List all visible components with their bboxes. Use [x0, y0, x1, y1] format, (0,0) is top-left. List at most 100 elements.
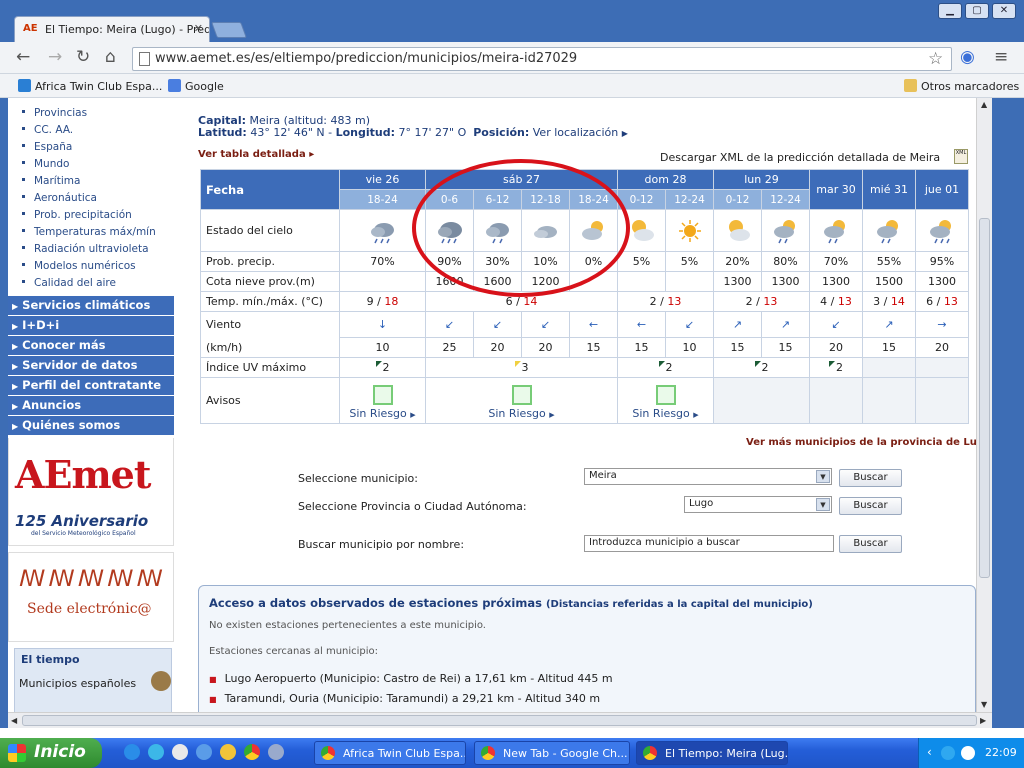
address-bar[interactable]: www.aemet.es/es/eltiempo/prediccion/muni… — [132, 47, 952, 71]
minimize-button[interactable]: ▁ — [938, 3, 962, 19]
panda-tray-icon[interactable] — [961, 746, 975, 760]
back-button[interactable]: ← — [16, 48, 30, 66]
extension-icon[interactable]: ◉ — [960, 48, 975, 66]
municipio-search-input[interactable]: Introduzca municipio a buscar — [584, 535, 834, 552]
ver-localizacion-link[interactable]: Ver localización — [533, 126, 618, 139]
sky-cell — [761, 209, 810, 252]
bookmark-africa-twin[interactable]: Africa Twin Club Espa... — [18, 79, 162, 93]
xml-file-icon[interactable]: XML — [954, 149, 968, 164]
other-bookmarks-folder[interactable]: Otros marcadores — [904, 79, 1019, 93]
descargar-xml-link[interactable]: Descargar XML de la predicción detallada… — [660, 151, 940, 164]
ie-icon[interactable] — [124, 744, 140, 760]
start-button[interactable]: Inicio — [0, 738, 102, 768]
sidebar-link-ccaa[interactable]: CC. AA. — [22, 124, 73, 136]
station-item[interactable]: ■ Taramundi, Ouria (Municipio: Taramundi)… — [209, 692, 600, 705]
sede-electronica-banner[interactable]: ꟿꟿꟿꟿꟿ Sede electrónic@ — [8, 552, 174, 642]
temp-cell: 4 / 13 — [809, 291, 863, 312]
sidebar-link-maritima[interactable]: Marítima — [22, 175, 80, 187]
ver-tabla-detallada-link[interactable]: Ver tabla detallada ▸ — [198, 149, 314, 160]
menu-icon[interactable]: ≡ — [994, 48, 1008, 66]
sidebar-link-calidad-aire[interactable]: Calidad del aire — [22, 277, 116, 289]
uv-cell: 3 — [425, 357, 618, 378]
sidebar-link-aeronautica[interactable]: Aeronáutica — [22, 192, 97, 204]
sidebar-link-temperaturas[interactable]: Temperaturas máx/mín — [22, 226, 156, 238]
sky-cell — [713, 209, 762, 252]
sidebar-section-servicios[interactable]: ▶ Servicios climáticos — [8, 296, 174, 315]
system-tray: ‹ 22:09 — [918, 738, 1024, 768]
messenger-icon[interactable] — [220, 744, 236, 760]
snow-cell: 1300 — [915, 271, 969, 292]
vertical-scrollbar[interactable]: ▲ ▼ — [976, 98, 992, 712]
sun-cloud-rain-icon — [773, 219, 795, 243]
uv-flag-icon — [829, 361, 835, 367]
sidebar-section-idi[interactable]: ▶ I+D+i — [8, 316, 174, 335]
taskbar-item-new-tab[interactable]: New Tab - Google Ch... — [474, 741, 630, 765]
aemet-subtitle: del Servicio Meteorológico Español — [31, 530, 136, 537]
row-label-temp: Temp. mín./máx. (°C) — [200, 291, 340, 312]
skype-tray-icon[interactable] — [941, 746, 955, 760]
reload-button[interactable]: ↻ — [76, 48, 90, 66]
aviso-cell — [713, 377, 810, 424]
forward-button[interactable]: → — [48, 48, 62, 66]
home-button[interactable]: ⌂ — [105, 48, 116, 66]
quicklaunch-icon[interactable] — [268, 744, 284, 760]
ver-mas-municipios-link[interactable]: Ver más municipios de la provincia de Lu… — [746, 437, 976, 448]
municipios-espanoles-link[interactable]: Municipios españoles — [19, 677, 136, 690]
sidebar: Provincias CC. AA. España Mundo Marítima… — [8, 98, 174, 712]
close-window-button[interactable]: ✕ — [992, 3, 1016, 19]
buscar-provincia-button[interactable]: Buscar — [839, 497, 902, 515]
aviso-cell[interactable]: Sin Riesgo ▶ — [339, 377, 426, 424]
wind-arrow-icon: ↙ — [473, 311, 522, 338]
sidebar-section-perfil[interactable]: ▶ Perfil del contratante — [8, 376, 174, 395]
tray-arrow-icon[interactable]: ‹ — [927, 745, 932, 759]
bookmark-star-icon[interactable]: ☆ — [928, 49, 943, 69]
sidebar-link-prob-precip[interactable]: Prob. precipitación — [22, 209, 132, 221]
sidebar-link-provincias[interactable]: Provincias — [22, 107, 87, 119]
aviso-cell[interactable]: Sin Riesgo ▶ — [425, 377, 618, 424]
station-item[interactable]: ■ Lugo Aeropuerto (Municipio: Castro de R… — [209, 672, 613, 685]
skype-icon[interactable] — [148, 744, 164, 760]
aviso-cell[interactable]: Sin Riesgo ▶ — [617, 377, 714, 424]
sidebar-link-radiacion[interactable]: Radiación ultravioleta — [22, 243, 149, 255]
sidebar-link-espana[interactable]: España — [22, 141, 72, 153]
snow-cell — [665, 271, 714, 292]
row-label-uv: Índice UV máximo — [200, 357, 340, 378]
sun-cloud-icon — [631, 219, 654, 241]
bookmark-google[interactable]: Google — [168, 79, 224, 93]
sun-cloud-rain-icon — [877, 219, 898, 243]
wind-speed-cell: 15 — [862, 337, 916, 358]
desktop-icon[interactable] — [172, 744, 188, 760]
window-frame-left — [0, 98, 8, 728]
clock[interactable]: 22:09 — [985, 746, 1017, 759]
municipio-select[interactable]: Meira ▼ — [584, 468, 832, 485]
sidebar-section-conocer[interactable]: ▶ Conocer más — [8, 336, 174, 355]
taskbar-item-africa-twin[interactable]: Africa Twin Club Espa... — [314, 741, 466, 765]
new-tab-button[interactable] — [211, 22, 247, 38]
wind-arrow-icon: ↙ — [809, 311, 863, 338]
provincia-select[interactable]: Lugo ▼ — [684, 496, 832, 513]
sidebar-section-anuncios[interactable]: ▶ Anuncios — [8, 396, 174, 415]
google-icon — [168, 79, 181, 92]
temp-cell: 6 / 13 — [915, 291, 969, 312]
browser-tab-active[interactable]: AE El Tiempo: Meira (Lugo) - Pred ✕ — [14, 16, 210, 43]
tab-close-icon[interactable]: ✕ — [194, 22, 203, 35]
sidebar-link-mundo[interactable]: Mundo — [22, 158, 69, 170]
chrome-icon[interactable] — [244, 744, 260, 760]
buscar-nombre-button[interactable]: Buscar — [839, 535, 902, 553]
wind-arrow-icon: ← — [617, 311, 666, 338]
el-tiempo-title: El tiempo — [21, 653, 80, 666]
sidebar-section-quienes[interactable]: ▶ Quiénes somos — [8, 416, 174, 435]
row-label-avisos: Avisos — [200, 377, 340, 424]
sky-cell — [665, 209, 714, 252]
row-label-sky: Estado del cielo — [200, 209, 340, 252]
taskbar-item-el-tiempo[interactable]: El Tiempo: Meira (Lug... — [636, 741, 788, 765]
precip-cell: 70% — [809, 251, 863, 272]
horizontal-scrollbar[interactable]: ◀ ▶ — [8, 712, 992, 728]
sidebar-link-modelos[interactable]: Modelos numéricos — [22, 260, 136, 272]
aemet-125-banner[interactable]: AEmet 125 Aniversario del Servicio Meteo… — [8, 438, 174, 546]
snow-cell: 1300 — [809, 271, 863, 292]
sidebar-section-servidor[interactable]: ▶ Servidor de datos — [8, 356, 174, 375]
media-player-icon[interactable] — [196, 744, 212, 760]
maximize-button[interactable]: ▢ — [965, 3, 989, 19]
buscar-municipio-button[interactable]: Buscar — [839, 469, 902, 487]
